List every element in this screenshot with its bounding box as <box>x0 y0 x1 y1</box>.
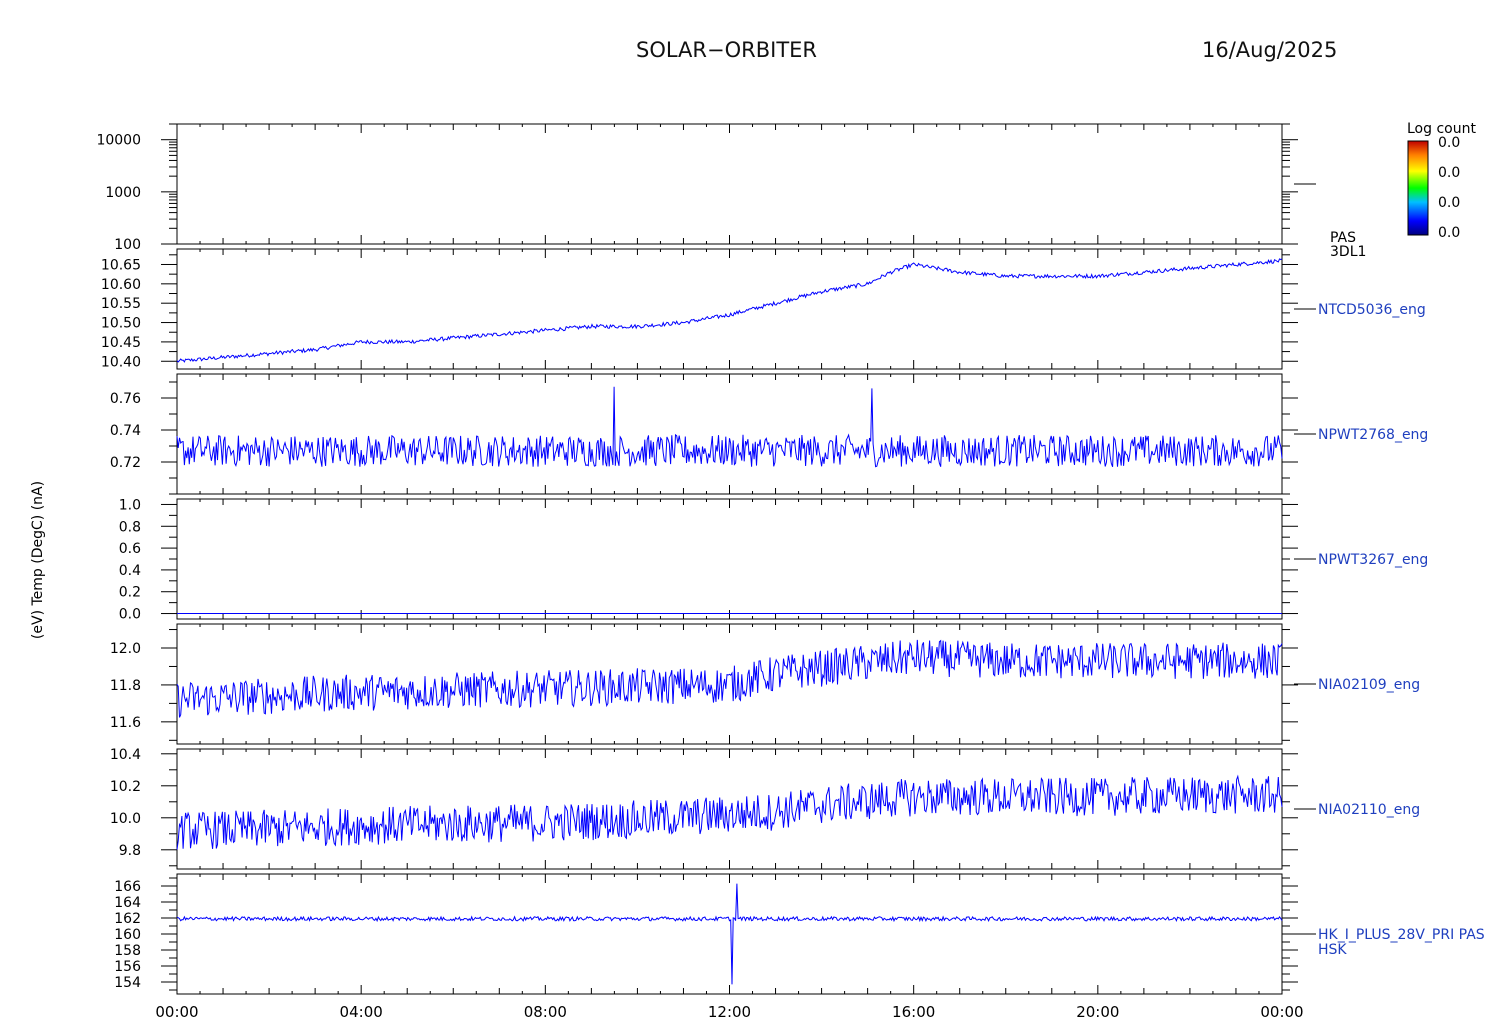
y-tick-label: 0.2 <box>119 585 141 601</box>
series-line-nia02110 <box>176 774 1283 850</box>
y-tick-label: 9.8 <box>119 843 141 859</box>
y-tick-label: 164 <box>114 895 141 911</box>
panel-frame <box>176 248 1283 370</box>
panel-frame <box>176 373 1283 495</box>
colorbar-label: 0.0 <box>1438 195 1460 211</box>
panel-ntcd: 10.40 10.45 10.50 10.55 10.60 10.65 NTCD5036_e… <box>101 248 1426 370</box>
x-tick-label: 04:00 <box>340 1003 383 1020</box>
series-line-npwt2768 <box>176 386 1283 468</box>
series-line-nia02109 <box>176 639 1283 718</box>
panel-nia02110: 9.8 10.0 10.2 10.4 NIA02110_eng <box>110 747 1420 870</box>
panel-npwt3267: 0.0 0.2 0.4 0.6 0.8 1.0 NPWT3267_eng <box>119 497 1429 622</box>
y-tick-label: 10.0 <box>110 811 141 827</box>
x-tick-label: 08:00 <box>524 1003 567 1020</box>
panel-label: NPWT2768_eng <box>1318 427 1428 443</box>
y-tick-label: 1000 <box>105 185 141 201</box>
x-tick-label: 16:00 <box>892 1003 935 1020</box>
colorbar-label: 0.0 <box>1438 165 1460 181</box>
y-tick-label: 0.72 <box>110 455 141 471</box>
y-tick-label: 154 <box>114 975 141 991</box>
y-tick-label: 11.6 <box>110 715 141 731</box>
panel-nia02109: 11.6 11.8 12.0 NIA02109_eng <box>110 623 1420 745</box>
colorbar-label: 0.0 <box>1438 135 1460 151</box>
y-tick-label: 10.45 <box>101 335 141 351</box>
x-tick-label: 20:00 <box>1076 1003 1119 1020</box>
y-tick-label: 0.76 <box>110 391 141 407</box>
y-tick-label: 0.74 <box>110 423 141 439</box>
colorbar: Log count 0.0 0.0 0.0 0.0 <box>1407 121 1476 241</box>
stacked-timeseries-plot: 100100010000PAS3DL110.4010.4510.5010.551… <box>30 121 1485 1020</box>
y-tick-label: 10.40 <box>101 354 141 370</box>
panel-frame <box>176 123 1283 245</box>
panels-group: 100100010000PAS3DL110.4010.4510.5010.551… <box>30 123 1485 995</box>
time-axis: 00:00 04:00 08:00 12:00 16:00 20:00 00:00 <box>155 1003 1303 1020</box>
y-axis-label: (eV) Temp (DegC) (nA) <box>30 481 46 639</box>
panel-label: 3DL1 <box>1330 244 1366 260</box>
y-tick-label: 0.8 <box>119 519 141 535</box>
panel-frame <box>176 873 1283 995</box>
y-tick-label: 10.50 <box>101 316 141 332</box>
panel-hk_i_plus: 154156158160162164166 HK_I_PLUS_28V_PRI P… <box>114 873 1485 995</box>
y-tick-label: 10.65 <box>101 257 141 273</box>
y-tick-label: 10.60 <box>101 277 141 293</box>
panel-label: NIA02109_eng <box>1318 677 1420 693</box>
panel-label: NTCD5036_eng <box>1318 302 1426 318</box>
y-tick-label: 10.55 <box>101 296 141 312</box>
panel-label: NIA02110_eng <box>1318 802 1420 818</box>
y-tick-label: 160 <box>114 927 141 943</box>
y-tick-label: 10.4 <box>110 747 141 763</box>
y-tick-label: 1.0 <box>119 497 141 513</box>
panel-frame <box>176 498 1283 620</box>
series-line-hk_i_plus <box>176 883 1283 985</box>
y-tick-label: 166 <box>114 879 141 895</box>
panel-label: NPWT3267_eng <box>1318 552 1428 568</box>
y-tick-label: 100 <box>114 237 141 253</box>
y-tick-label: 10000 <box>96 133 141 149</box>
colorbar-label: 0.0 <box>1438 225 1460 241</box>
x-tick-label: 12:00 <box>708 1003 751 1020</box>
panel-npwt2768: 0.72 0.74 0.76 NPWT2768_eng <box>110 373 1428 495</box>
panel-label: HSK <box>1318 942 1347 958</box>
y-tick-label: 0.4 <box>119 563 141 579</box>
y-tick-label: 0.0 <box>119 607 141 623</box>
x-tick-label: 00:00 <box>1260 1003 1303 1020</box>
panel-pas: 100100010000PAS3DL1 <box>96 123 1366 260</box>
y-tick-label: 0.6 <box>119 541 141 557</box>
series-line-ntcd <box>176 258 1283 363</box>
panel-label: HK_I_PLUS_28V_PRI PAS <box>1318 927 1485 943</box>
y-tick-label: 10.2 <box>110 779 141 795</box>
y-tick-label: 156 <box>114 959 141 975</box>
y-tick-label: 11.8 <box>110 678 141 694</box>
x-tick-label: 00:00 <box>155 1003 198 1020</box>
y-tick-label: 12.0 <box>110 641 141 657</box>
y-tick-label: 162 <box>114 911 141 927</box>
panel-frame <box>176 748 1283 870</box>
colorbar-gradient <box>1407 140 1429 236</box>
y-tick-label: 158 <box>114 943 141 959</box>
